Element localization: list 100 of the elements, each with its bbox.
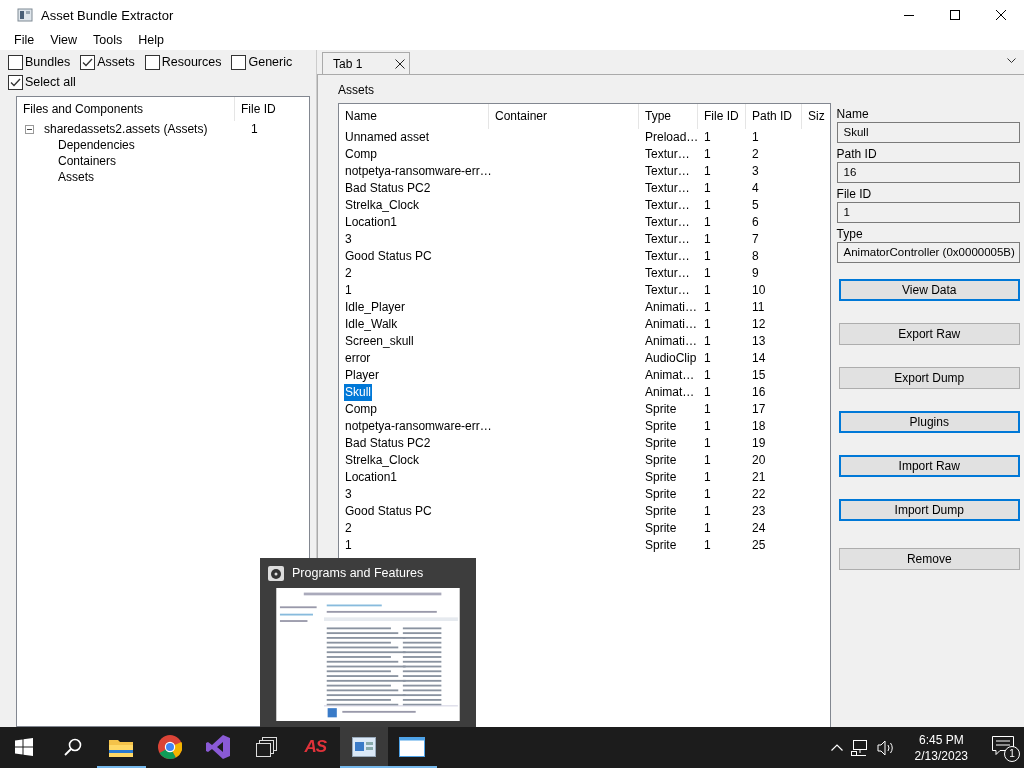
table-cell[interactable]: Idle_Player bbox=[344, 299, 407, 316]
action-button[interactable]: Import Dump bbox=[838, 499, 1020, 521]
table-cell-text: Textur… bbox=[644, 265, 691, 282]
checkbox-label[interactable]: Assets bbox=[97, 55, 135, 69]
column-header[interactable]: Name bbox=[339, 104, 489, 129]
column-header[interactable]: Container bbox=[489, 104, 639, 129]
table-cell[interactable]: error bbox=[344, 350, 372, 367]
checkbox[interactable] bbox=[80, 54, 96, 70]
table-cell[interactable]: Skull bbox=[344, 384, 372, 401]
app-icon bbox=[17, 7, 33, 23]
chevron-up-icon[interactable] bbox=[830, 744, 843, 751]
checkbox[interactable] bbox=[8, 54, 23, 70]
table-cell[interactable]: Bad Status PC2 bbox=[344, 180, 432, 197]
table-cell[interactable]: Player bbox=[344, 367, 380, 384]
column-header[interactable]: File ID bbox=[235, 102, 276, 116]
table-cell[interactable]: notpetya-ransomware-err… bbox=[344, 163, 493, 180]
table-cell-text: Sprite bbox=[644, 537, 678, 554]
text-field[interactable]: AnimatorController (0x0000005B) bbox=[836, 242, 1020, 263]
table-cell[interactable]: Location1 bbox=[344, 214, 399, 231]
table-cell-text: AudioClip bbox=[644, 350, 698, 367]
table-cell[interactable]: Screen_skull bbox=[344, 333, 415, 350]
table-cell-text: 1 bbox=[703, 316, 712, 333]
table-cell[interactable]: 1 bbox=[344, 537, 353, 554]
table-cell-text: 1 bbox=[703, 197, 712, 214]
table-cell[interactable]: Unnamed asset bbox=[344, 129, 431, 146]
taskbar-button[interactable]: AS bbox=[291, 727, 340, 768]
action-button[interactable]: View Data bbox=[838, 279, 1020, 301]
menu-item[interactable]: Help bbox=[130, 33, 172, 47]
table-cell[interactable]: 2 bbox=[344, 520, 353, 537]
column-header[interactable]: Files and Components bbox=[17, 97, 235, 121]
table-cell[interactable]: Good Status PC bbox=[344, 248, 433, 265]
chevron-down-icon[interactable] bbox=[1007, 58, 1016, 64]
table-cell-text: 20 bbox=[751, 452, 767, 469]
checkbox[interactable] bbox=[231, 54, 247, 70]
table-cell-text: Textur… bbox=[644, 180, 691, 197]
action-button[interactable]: Import Raw bbox=[838, 455, 1020, 477]
column-header[interactable]: File ID bbox=[698, 104, 746, 129]
table-cell[interactable]: Strelka_Clock bbox=[344, 452, 421, 469]
notification-badge: 1 bbox=[1004, 745, 1020, 762]
text-field[interactable]: Skull bbox=[836, 122, 1020, 143]
tree-item[interactable]: Containers bbox=[17, 153, 117, 169]
menu-item[interactable]: View bbox=[42, 33, 86, 47]
table-cell[interactable]: Location1 bbox=[344, 469, 399, 486]
table-cell-text: 11 bbox=[751, 299, 766, 316]
table-cell[interactable]: 1 bbox=[344, 282, 353, 299]
table-cell[interactable]: Bad Status PC2 bbox=[344, 435, 432, 452]
table-cell-text: 18 bbox=[751, 418, 767, 435]
clock[interactable]: 6:45 PM 2/13/2023 bbox=[914, 731, 968, 764]
checkbox-label[interactable]: Resources bbox=[161, 55, 222, 69]
action-button[interactable]: Export Raw bbox=[838, 323, 1020, 345]
table-cell[interactable]: notpetya-ransomware-err… bbox=[344, 418, 493, 435]
network-icon[interactable] bbox=[850, 739, 869, 756]
close-icon[interactable] bbox=[996, 10, 1006, 20]
table-cell-text: Textur… bbox=[644, 231, 691, 248]
column-header[interactable]: Path ID bbox=[746, 104, 802, 129]
maximize-icon[interactable] bbox=[950, 10, 960, 20]
checkbox-label[interactable]: Generic bbox=[248, 55, 293, 69]
table-cell[interactable]: 3 bbox=[344, 486, 353, 503]
table-cell-text: 3 bbox=[751, 163, 760, 180]
table-cell-text: 22 bbox=[751, 486, 767, 503]
table-cell[interactable]: 2 bbox=[344, 265, 353, 282]
collapse-icon[interactable] bbox=[25, 124, 34, 134]
table-cell[interactable]: Comp bbox=[344, 401, 378, 418]
table-cell[interactable]: 3 bbox=[344, 231, 353, 248]
checkbox-label[interactable]: Select all bbox=[25, 75, 76, 89]
menu-item[interactable]: File bbox=[6, 33, 43, 47]
tree-cell-text: 1 bbox=[250, 122, 258, 136]
notification-icon[interactable] bbox=[992, 735, 1014, 756]
window-app-icon bbox=[351, 736, 376, 757]
checkbox-label[interactable]: Bundles bbox=[25, 55, 71, 69]
table-cell[interactable]: Strelka_Clock bbox=[344, 197, 421, 214]
taskbar-button[interactable] bbox=[339, 727, 388, 768]
table-cell-text: 1 bbox=[703, 520, 712, 537]
volume-icon[interactable] bbox=[876, 739, 895, 756]
table-cell[interactable]: Good Status PC bbox=[344, 503, 433, 520]
table-cell-text: 1 bbox=[703, 180, 712, 197]
table-cell-text: 1 bbox=[703, 248, 712, 265]
field-label: File ID bbox=[836, 186, 872, 202]
table-cell-text: 4 bbox=[751, 180, 760, 197]
text-field[interactable]: 16 bbox=[836, 162, 1020, 183]
column-header[interactable]: Type bbox=[639, 104, 698, 129]
column-header[interactable]: Siz bbox=[802, 104, 829, 129]
tree-item[interactable]: sharedassets2.assets (Assets) bbox=[42, 122, 243, 136]
checkbox[interactable] bbox=[144, 54, 160, 70]
tree-item[interactable]: Assets bbox=[17, 169, 94, 185]
tab[interactable]: Tab 1 bbox=[322, 52, 410, 74]
action-button[interactable]: Plugins bbox=[838, 411, 1020, 433]
action-button[interactable]: Remove bbox=[838, 548, 1020, 570]
table-cell[interactable]: Comp bbox=[344, 146, 378, 163]
table-cell-text: 1 bbox=[703, 265, 712, 282]
table-cell[interactable]: Idle_Walk bbox=[344, 316, 399, 333]
table-cell-text: 14 bbox=[751, 350, 767, 367]
tree-item[interactable]: Dependencies bbox=[17, 137, 135, 153]
action-button[interactable]: Export Dump bbox=[838, 367, 1020, 389]
table-cell-text: 1 bbox=[703, 146, 712, 163]
menu-item[interactable]: Tools bbox=[85, 33, 131, 47]
checkbox[interactable] bbox=[8, 74, 23, 90]
text-field[interactable]: 1 bbox=[836, 202, 1020, 223]
close-icon[interactable] bbox=[395, 58, 405, 69]
table-cell-text: Sprite bbox=[644, 401, 678, 418]
